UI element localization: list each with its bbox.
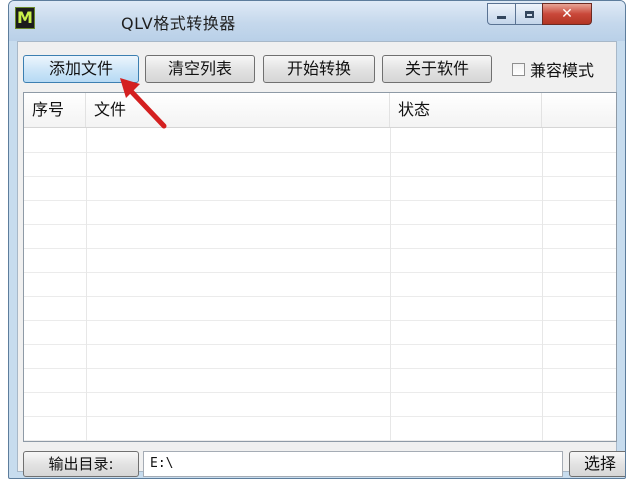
list-item[interactable]: [24, 344, 616, 369]
maximize-icon: [524, 10, 534, 18]
about-button[interactable]: 关于软件: [382, 55, 492, 83]
start-convert-button[interactable]: 开始转换: [263, 55, 375, 83]
column-header-status[interactable]: 状态: [390, 93, 542, 127]
column-divider: [390, 128, 391, 441]
column-header-extra[interactable]: [542, 93, 616, 127]
close-button[interactable]: ✕: [542, 3, 592, 25]
list-item[interactable]: [24, 200, 616, 225]
compat-mode-option[interactable]: 兼容模式: [512, 60, 595, 80]
app-icon-letter: M: [17, 8, 33, 27]
list-item[interactable]: [24, 224, 616, 249]
list-item[interactable]: [24, 368, 616, 393]
list-item[interactable]: [24, 152, 616, 177]
title-bar[interactable]: M QLV格式转换器 ✕: [9, 1, 625, 41]
close-icon: ✕: [561, 6, 573, 22]
list-item[interactable]: [24, 248, 616, 273]
add-file-button[interactable]: 添加文件: [23, 55, 139, 83]
main-window: M QLV格式转换器 ✕ 添加文件 清空列表 开始转换 关于软件 兼容模式 序号…: [8, 0, 626, 479]
clear-list-button[interactable]: 清空列表: [145, 55, 255, 83]
column-header-file[interactable]: 文件: [86, 93, 390, 127]
list-item[interactable]: [24, 272, 616, 297]
select-button[interactable]: 选择: [569, 451, 625, 477]
column-divider: [542, 128, 543, 441]
list-item[interactable]: [24, 392, 616, 417]
window-title: QLV格式转换器: [121, 14, 236, 33]
file-list-body: [24, 128, 616, 441]
minimize-button[interactable]: [487, 3, 516, 25]
column-divider: [86, 128, 87, 441]
list-item[interactable]: [24, 296, 616, 321]
list-item[interactable]: [24, 320, 616, 345]
compat-mode-checkbox[interactable]: [512, 62, 525, 76]
minimize-icon: [497, 16, 506, 19]
compat-mode-label: 兼容模式: [530, 61, 595, 80]
list-item[interactable]: [24, 128, 616, 153]
column-header-index[interactable]: 序号: [24, 93, 86, 127]
file-list-header: 序号 文件 状态: [24, 93, 616, 128]
list-item[interactable]: [24, 176, 616, 201]
output-path-field[interactable]: E:\: [143, 451, 563, 477]
list-item[interactable]: [24, 416, 616, 441]
client-area: 添加文件 清空列表 开始转换 关于软件 兼容模式 序号 文件 状态 输出目录: …: [17, 41, 625, 477]
app-icon: M: [15, 7, 35, 29]
output-dir-button[interactable]: 输出目录:: [23, 451, 139, 477]
maximize-button[interactable]: [515, 3, 543, 25]
file-list[interactable]: 序号 文件 状态: [23, 92, 617, 442]
